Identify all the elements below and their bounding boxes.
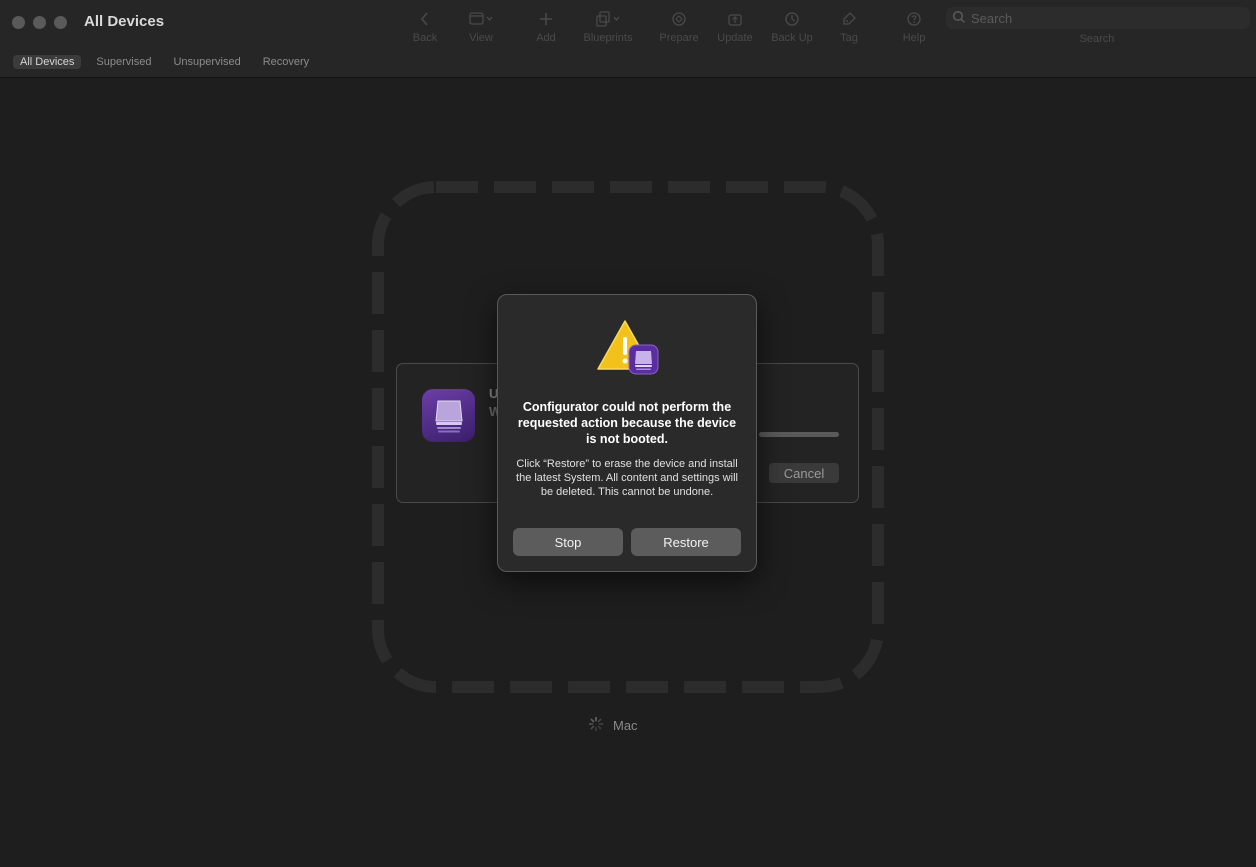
backup-label: Back Up: [771, 32, 813, 44]
warning-icon: [597, 319, 661, 375]
view-label: View: [469, 32, 493, 44]
view-button[interactable]: View: [449, 8, 513, 44]
blueprints-icon: [576, 8, 640, 30]
tab-all-devices[interactable]: All Devices: [13, 55, 82, 69]
back-button[interactable]: Back: [393, 8, 457, 44]
alert-dialog: Configurator could not perform the reque…: [497, 294, 757, 572]
window-controls: [12, 16, 67, 29]
view-icon: [449, 8, 513, 30]
search-label: Search: [1079, 33, 1115, 45]
scope-tabs: All Devices Supervised Unsupervised Reco…: [13, 55, 316, 69]
chevron-left-icon: [393, 8, 457, 30]
alert-title: Configurator could not perform the reque…: [517, 400, 737, 446]
search-icon: [952, 10, 966, 27]
prepare-label: Prepare: [659, 32, 699, 44]
tab-unsupervised[interactable]: Unsupervised: [166, 55, 247, 69]
blueprints-button[interactable]: Blueprints: [576, 8, 640, 44]
back-label: Back: [412, 32, 438, 44]
progress-bar: [759, 432, 839, 437]
search-placeholder: Search: [971, 10, 1013, 26]
search-field[interactable]: Search: [946, 7, 1250, 29]
help-icon: [882, 8, 946, 30]
toolbar: All Devices Back View Add Blueprints Pre…: [0, 0, 1256, 78]
device-label: Mac: [613, 718, 638, 733]
restore-button[interactable]: Restore: [631, 528, 741, 556]
minimize-window-button[interactable]: [33, 16, 46, 29]
tag-button[interactable]: Tag: [817, 8, 881, 44]
progress-bar-fill: [759, 432, 839, 437]
backup-button[interactable]: Back Up: [760, 8, 824, 44]
tag-icon: [817, 8, 881, 30]
tab-supervised[interactable]: Supervised: [89, 55, 158, 69]
spinner-icon: [588, 716, 604, 735]
window-title: All Devices: [84, 13, 165, 30]
backup-icon: [760, 8, 824, 30]
update-icon: [703, 8, 767, 30]
add-label: Add: [536, 32, 556, 44]
device-name: Mac: [588, 716, 638, 735]
blueprints-label: Blueprints: [583, 32, 633, 44]
zoom-window-button[interactable]: [54, 16, 67, 29]
help-button[interactable]: Help: [882, 8, 946, 44]
update-button[interactable]: Update: [703, 8, 767, 44]
plus-icon: [514, 8, 578, 30]
help-label: Help: [902, 32, 926, 44]
alert-message: Click “Restore” to erase the device and …: [516, 458, 738, 498]
update-label: Update: [717, 32, 753, 44]
close-window-button[interactable]: [12, 16, 25, 29]
tab-recovery[interactable]: Recovery: [256, 55, 316, 69]
prepare-button[interactable]: Prepare: [647, 8, 711, 44]
tag-label: Tag: [840, 32, 858, 44]
cancel-button[interactable]: Cancel: [769, 463, 839, 483]
stop-button[interactable]: Stop: [513, 528, 623, 556]
configurator-app-icon: [422, 389, 475, 442]
add-button[interactable]: Add: [514, 8, 578, 44]
prepare-icon: [647, 8, 711, 30]
